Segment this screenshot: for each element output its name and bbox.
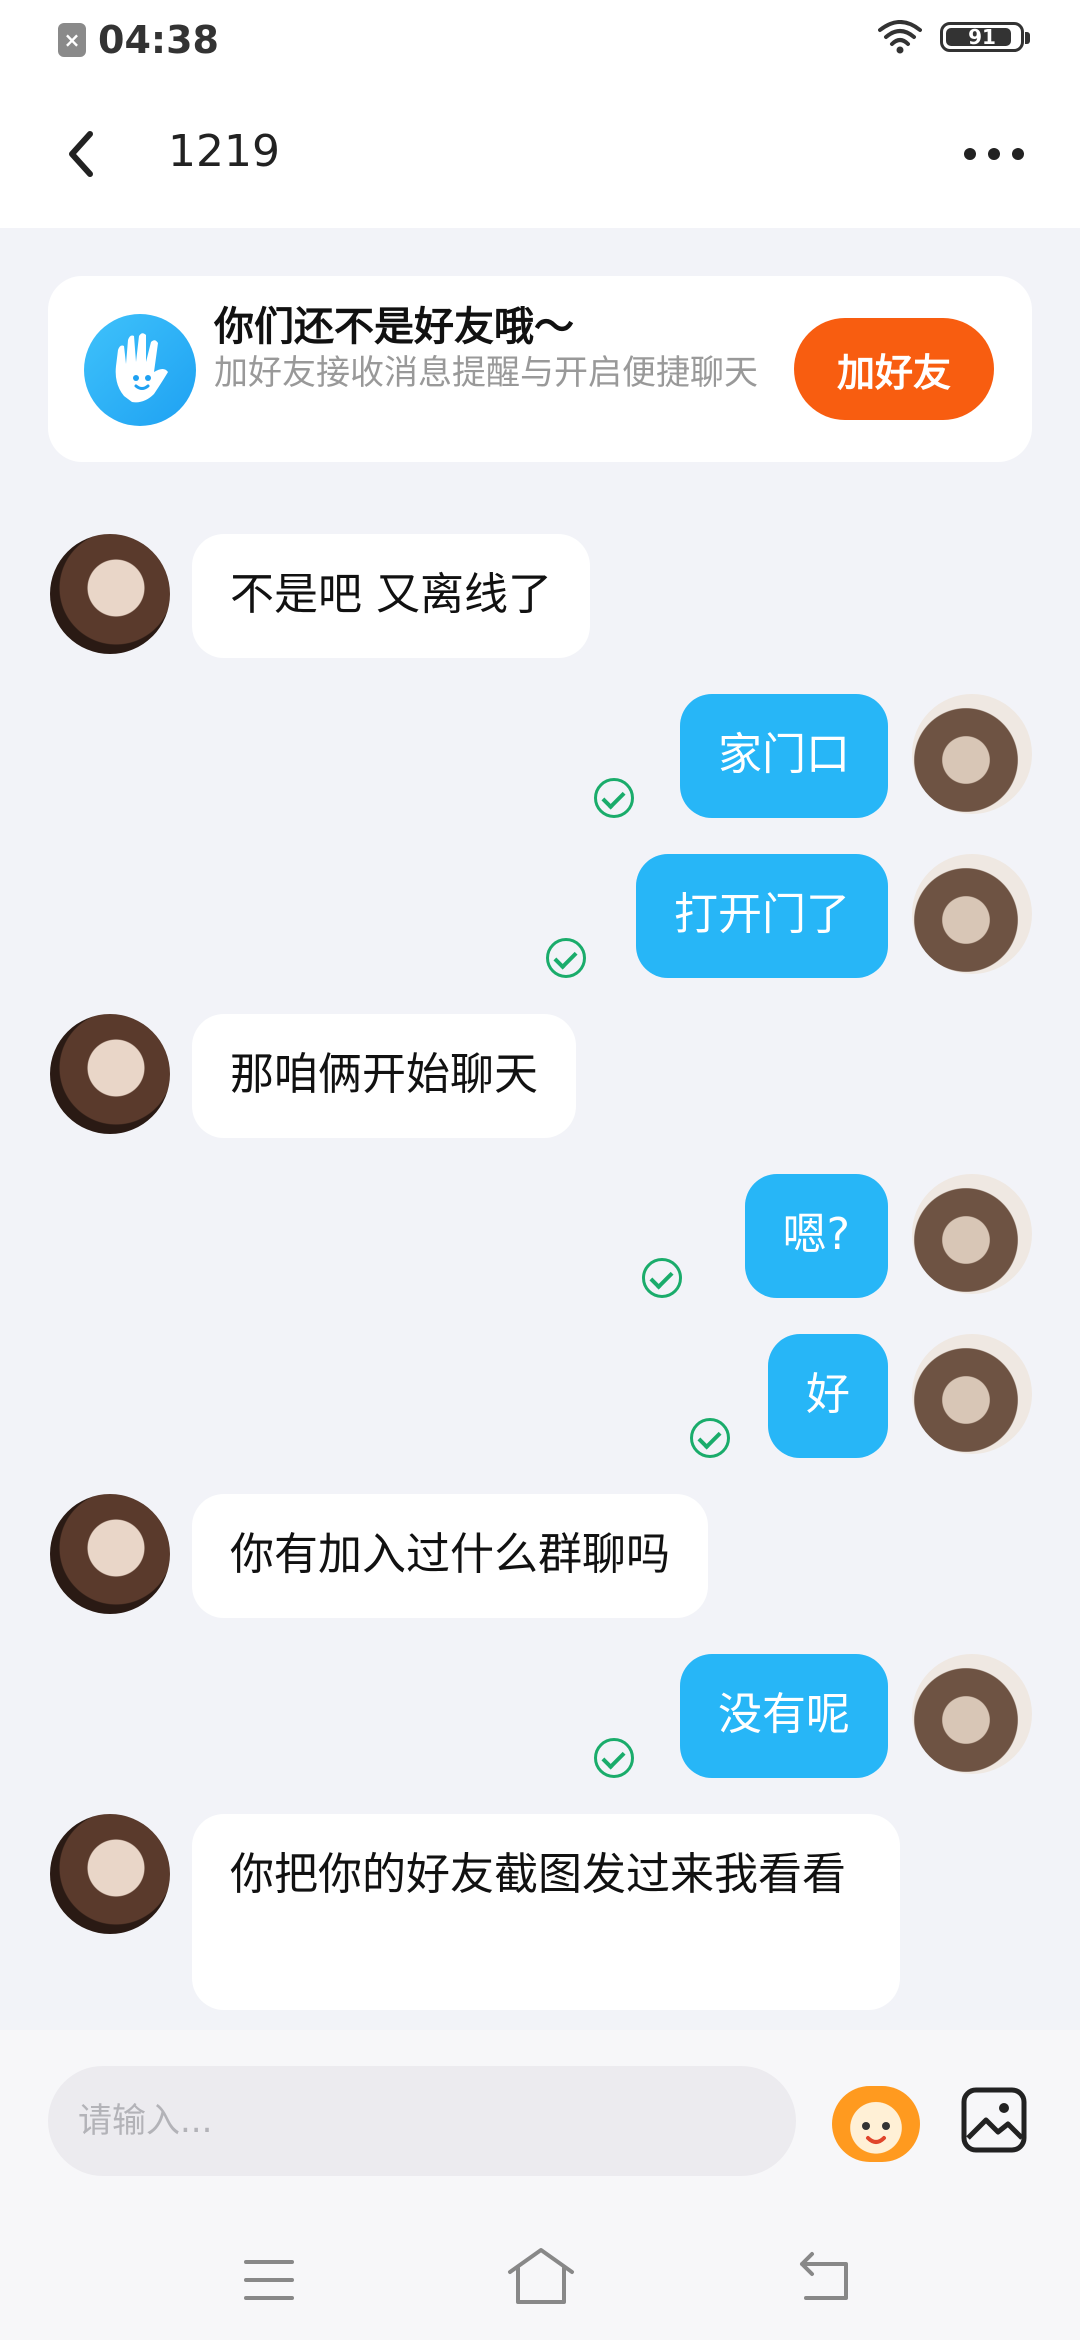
message-bubble[interactable]: 好: [768, 1334, 888, 1458]
status-bar: × 04:38 91: [0, 0, 1080, 82]
read-check-icon: [594, 778, 634, 818]
add-friend-button[interactable]: 加好友: [794, 318, 994, 420]
wifi-icon: [878, 20, 922, 54]
more-icon[interactable]: [964, 142, 1024, 166]
message-bubble[interactable]: 你有加入过什么群聊吗: [192, 1494, 708, 1618]
input-bar: [0, 2030, 1080, 2210]
status-time: 04:38: [98, 18, 219, 62]
contact-avatar[interactable]: [50, 534, 170, 654]
hand-icon: [84, 314, 196, 426]
message-bubble[interactable]: 嗯?: [744, 1174, 888, 1298]
message-bubble[interactable]: 打开门了: [636, 854, 888, 978]
friend-prompt-card: 你们还不是好友哦～ 加好友接收消息提醒与开启便捷聊天 加好友: [48, 276, 1032, 462]
read-check-icon: [546, 938, 586, 978]
status-right: 91: [878, 20, 1030, 54]
no-sim-icon: ×: [58, 23, 86, 57]
contact-avatar[interactable]: [50, 1494, 170, 1614]
friend-card-title: 你们还不是好友哦～: [214, 304, 574, 350]
read-check-icon: [594, 1738, 634, 1778]
system-nav-bar: [0, 2210, 1080, 2340]
friend-card-desc: 加好友接收消息提醒与开启便捷聊天: [214, 353, 758, 393]
my-avatar[interactable]: [912, 1334, 1032, 1454]
battery-icon: 91: [940, 22, 1030, 52]
back-nav-icon[interactable]: [796, 2250, 852, 2302]
image-icon[interactable]: [960, 2086, 1028, 2154]
contact-avatar[interactable]: [50, 1814, 170, 1934]
message-bubble[interactable]: 你把你的好友截图发过来我看看: [192, 1814, 900, 2010]
read-check-icon: [690, 1418, 730, 1458]
menu-icon[interactable]: [244, 2258, 294, 2302]
my-avatar[interactable]: [912, 1174, 1032, 1294]
message-bubble[interactable]: 那咱俩开始聊天: [192, 1014, 576, 1138]
contact-avatar[interactable]: [50, 1014, 170, 1134]
read-check-icon: [642, 1258, 682, 1298]
my-avatar[interactable]: [912, 854, 1032, 974]
my-avatar[interactable]: [912, 694, 1032, 814]
back-arrow-icon[interactable]: [58, 124, 108, 184]
chat-title: 1219: [168, 126, 280, 177]
my-avatar[interactable]: [912, 1654, 1032, 1774]
home-icon[interactable]: [506, 2246, 576, 2306]
sticker-icon[interactable]: [832, 2086, 920, 2162]
battery-level: 91: [968, 25, 996, 49]
message-bubble[interactable]: 不是吧 又离线了: [192, 534, 590, 658]
chat-header: 1219: [0, 82, 1080, 228]
message-input[interactable]: [48, 2066, 796, 2176]
message-bubble[interactable]: 没有呢: [680, 1654, 888, 1778]
message-bubble[interactable]: 家门口: [680, 694, 888, 818]
status-left: × 04:38: [58, 18, 219, 62]
